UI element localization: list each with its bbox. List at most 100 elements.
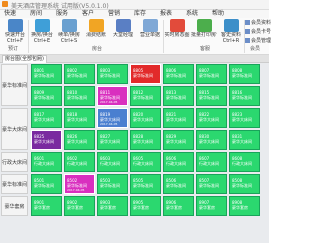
change-room-button[interactable]: 换房/换台 Ctrl+E: [29, 19, 55, 45]
business-docs-label: 营业单据: [139, 32, 160, 38]
room-tile[interactable]: 8505 豪华标准间: [130, 174, 161, 194]
room-type: 豪华标准间: [166, 73, 186, 78]
room-tile[interactable]: 8826 豪华大床间: [64, 130, 95, 150]
menu-item-stock[interactable]: 库存: [134, 10, 146, 18]
room-tile[interactable]: 8606 行政大床间: [163, 152, 194, 172]
room-tile[interactable]: 8902 豪华套房: [64, 196, 95, 216]
room-tile[interactable]: 8815 豪华标准间: [196, 86, 227, 106]
member-manage-link[interactable]: 会员管理: [245, 37, 271, 45]
room-tile[interactable]: 8603 行政大床间: [97, 152, 128, 172]
room-tile[interactable]: 8831 豪华大床间: [229, 130, 260, 150]
room-type: 豪华套房: [100, 205, 116, 210]
room-tile[interactable]: 8908 豪华套房: [229, 196, 260, 216]
menu-item-report[interactable]: 报表: [160, 10, 172, 18]
renew-order-shortcut: Ctrl+S: [60, 38, 78, 44]
room-tile[interactable]: 8811 豪华标准间 2017-04-05 16:00: [97, 86, 128, 108]
realtime-room-map-button[interactable]: 实时房态图: [164, 19, 190, 45]
customer-history-button[interactable]: 客史资料 Ctrl+R: [218, 19, 244, 45]
menu-item-marketing[interactable]: 营销: [108, 10, 120, 18]
batch-print-label: 批量打印房号: [191, 32, 217, 38]
menu-item-help[interactable]: 帮助: [212, 10, 224, 18]
room-type: 豪华大床间: [67, 117, 87, 122]
member-info-link[interactable]: 会员资料: [245, 19, 271, 27]
room-tile[interactable]: 8605 行政大床间: [130, 152, 161, 172]
room-tile[interactable]: 8818 豪华大床间: [64, 108, 95, 128]
category-label: 豪华套房: [1, 196, 28, 216]
room-tile[interactable]: 8905 豪华套房: [130, 196, 161, 216]
member-card-link[interactable]: 会员卡号: [245, 28, 271, 36]
room-tile[interactable]: 8822 豪华大床间: [196, 108, 227, 128]
checkout-icon: [88, 19, 104, 32]
room-tile[interactable]: 8809 豪华标准间: [31, 86, 62, 106]
room-tile[interactable]: 8901 豪华套房: [31, 196, 62, 216]
app-logo-icon: [2, 1, 8, 7]
room-tile[interactable]: 8821 豪华大床间: [163, 108, 194, 128]
room-tile[interactable]: 8807 豪华标准间: [196, 64, 227, 84]
menu-item-quick[interactable]: 快速: [4, 10, 16, 18]
room-tile[interactable]: 8827 豪华大床间: [97, 130, 128, 150]
room-tile[interactable]: 8810 豪华标准间: [64, 86, 95, 106]
category-label: 豪华标准间: [1, 64, 28, 106]
tab-room-map[interactable]: 房台图(全部包厢): [2, 55, 47, 63]
batch-print-button[interactable]: 批量打印房号: [191, 19, 217, 45]
menu-item-customer[interactable]: 客户: [82, 10, 94, 18]
room-tile[interactable]: 8813 豪华标准间: [163, 86, 194, 106]
quick-open-button[interactable]: 快速开台 Ctrl+F: [2, 19, 28, 45]
room-tile[interactable]: 8817 豪华大床间: [31, 108, 62, 128]
room-tile[interactable]: 8829 豪华大床间: [163, 130, 194, 150]
quick-open-shortcut: Ctrl+F: [7, 38, 23, 44]
room-tile[interactable]: 8906 豪华套房: [163, 196, 194, 216]
room-tile[interactable]: 8602 行政大床间: [64, 152, 95, 172]
room-type: 豪华套房: [133, 205, 149, 210]
renew-order-button[interactable]: 续单/换房 Ctrl+S: [56, 19, 82, 45]
room-tile[interactable]: 8825 豪华大床间: [31, 130, 62, 150]
room-tile[interactable]: 8803 豪华标准间: [97, 64, 128, 84]
room-tile[interactable]: 8808 豪华标准间: [229, 64, 260, 84]
member-card-icon: [245, 29, 250, 34]
room-tile[interactable]: 8823 豪华大床间: [229, 108, 260, 128]
room-tile[interactable]: 8805 豪华标准间: [130, 64, 161, 84]
room-tile[interactable]: 8607 行政大床间: [196, 152, 227, 172]
room-tile[interactable]: 8828 豪华大床间: [130, 130, 161, 150]
room-type: 豪华标准间: [232, 183, 252, 188]
room-tile[interactable]: 8903 豪华套房: [97, 196, 128, 216]
room-tile[interactable]: 8601 行政大床间: [31, 152, 62, 172]
room-tile[interactable]: 8830 豪华大床间: [196, 130, 227, 150]
room-tile[interactable]: 8806 豪华标准间: [163, 64, 194, 84]
room-tile[interactable]: 8508 豪华标准间: [229, 174, 260, 194]
room-type: 行政大床间: [67, 161, 87, 166]
group-label-member: 会员: [250, 46, 261, 52]
room-type: 豪华标准间: [133, 73, 153, 78]
room-tile[interactable]: 8502 豪华标准间 2017-04-05 16:00: [64, 174, 95, 196]
checkout-button[interactable]: 消费结账: [83, 19, 109, 45]
business-docs-button[interactable]: 营业单据: [137, 19, 163, 45]
room-tile[interactable]: 8801 豪华标准间: [31, 64, 62, 84]
menu-item-room[interactable]: 房间: [30, 10, 42, 18]
room-tile[interactable]: 8812 豪华标准间: [130, 86, 161, 106]
room-tile[interactable]: 8907 豪华套房: [196, 196, 227, 216]
room-tile[interactable]: 8820 豪华大床间: [130, 108, 161, 128]
menu-item-service[interactable]: 服务: [56, 10, 68, 18]
room-tile[interactable]: 8816 豪华标准间: [229, 86, 260, 106]
lobby-manager-button[interactable]: 大堂经理: [110, 19, 136, 45]
menu-bar: 快速 房间 服务 客户 营销 库存 报表 系统 帮助: [0, 10, 269, 18]
room-tile[interactable]: 8819 豪华大床间 2017-04-05 16:00: [97, 108, 128, 130]
room-type: 豪华标准间: [199, 183, 219, 188]
room-tile[interactable]: 8507 豪华标准间: [196, 174, 227, 194]
room-tile[interactable]: 8503 豪华标准间: [97, 174, 128, 194]
room-type: 豪华标准间: [100, 183, 120, 188]
customer-history-shortcut: Ctrl+R: [222, 38, 240, 44]
room-tile[interactable]: 8501 豪华标准间: [31, 174, 62, 194]
menu-item-system[interactable]: 系统: [186, 10, 198, 18]
room-type: 豪华套房: [67, 205, 83, 210]
room-grid: 豪华标准间 豪华大床间 行政大床间 豪华标准间 豪华套房 8801 豪华标准间 88…: [0, 63, 269, 243]
room-tile[interactable]: 8802 豪华标准间: [64, 64, 95, 84]
room-type: 行政大床间: [199, 161, 219, 166]
room-type: 豪华标准间: [34, 183, 54, 188]
room-tile[interactable]: 8506 豪华标准间: [163, 174, 194, 194]
document-tab-bar: 房台图(全部包厢): [0, 55, 269, 63]
room-type: 豪华大床间: [34, 117, 54, 122]
room-type: 行政大床间: [133, 161, 153, 166]
room-type: 豪华标准间: [67, 73, 87, 78]
room-tile[interactable]: 8608 行政大床间: [229, 152, 260, 172]
